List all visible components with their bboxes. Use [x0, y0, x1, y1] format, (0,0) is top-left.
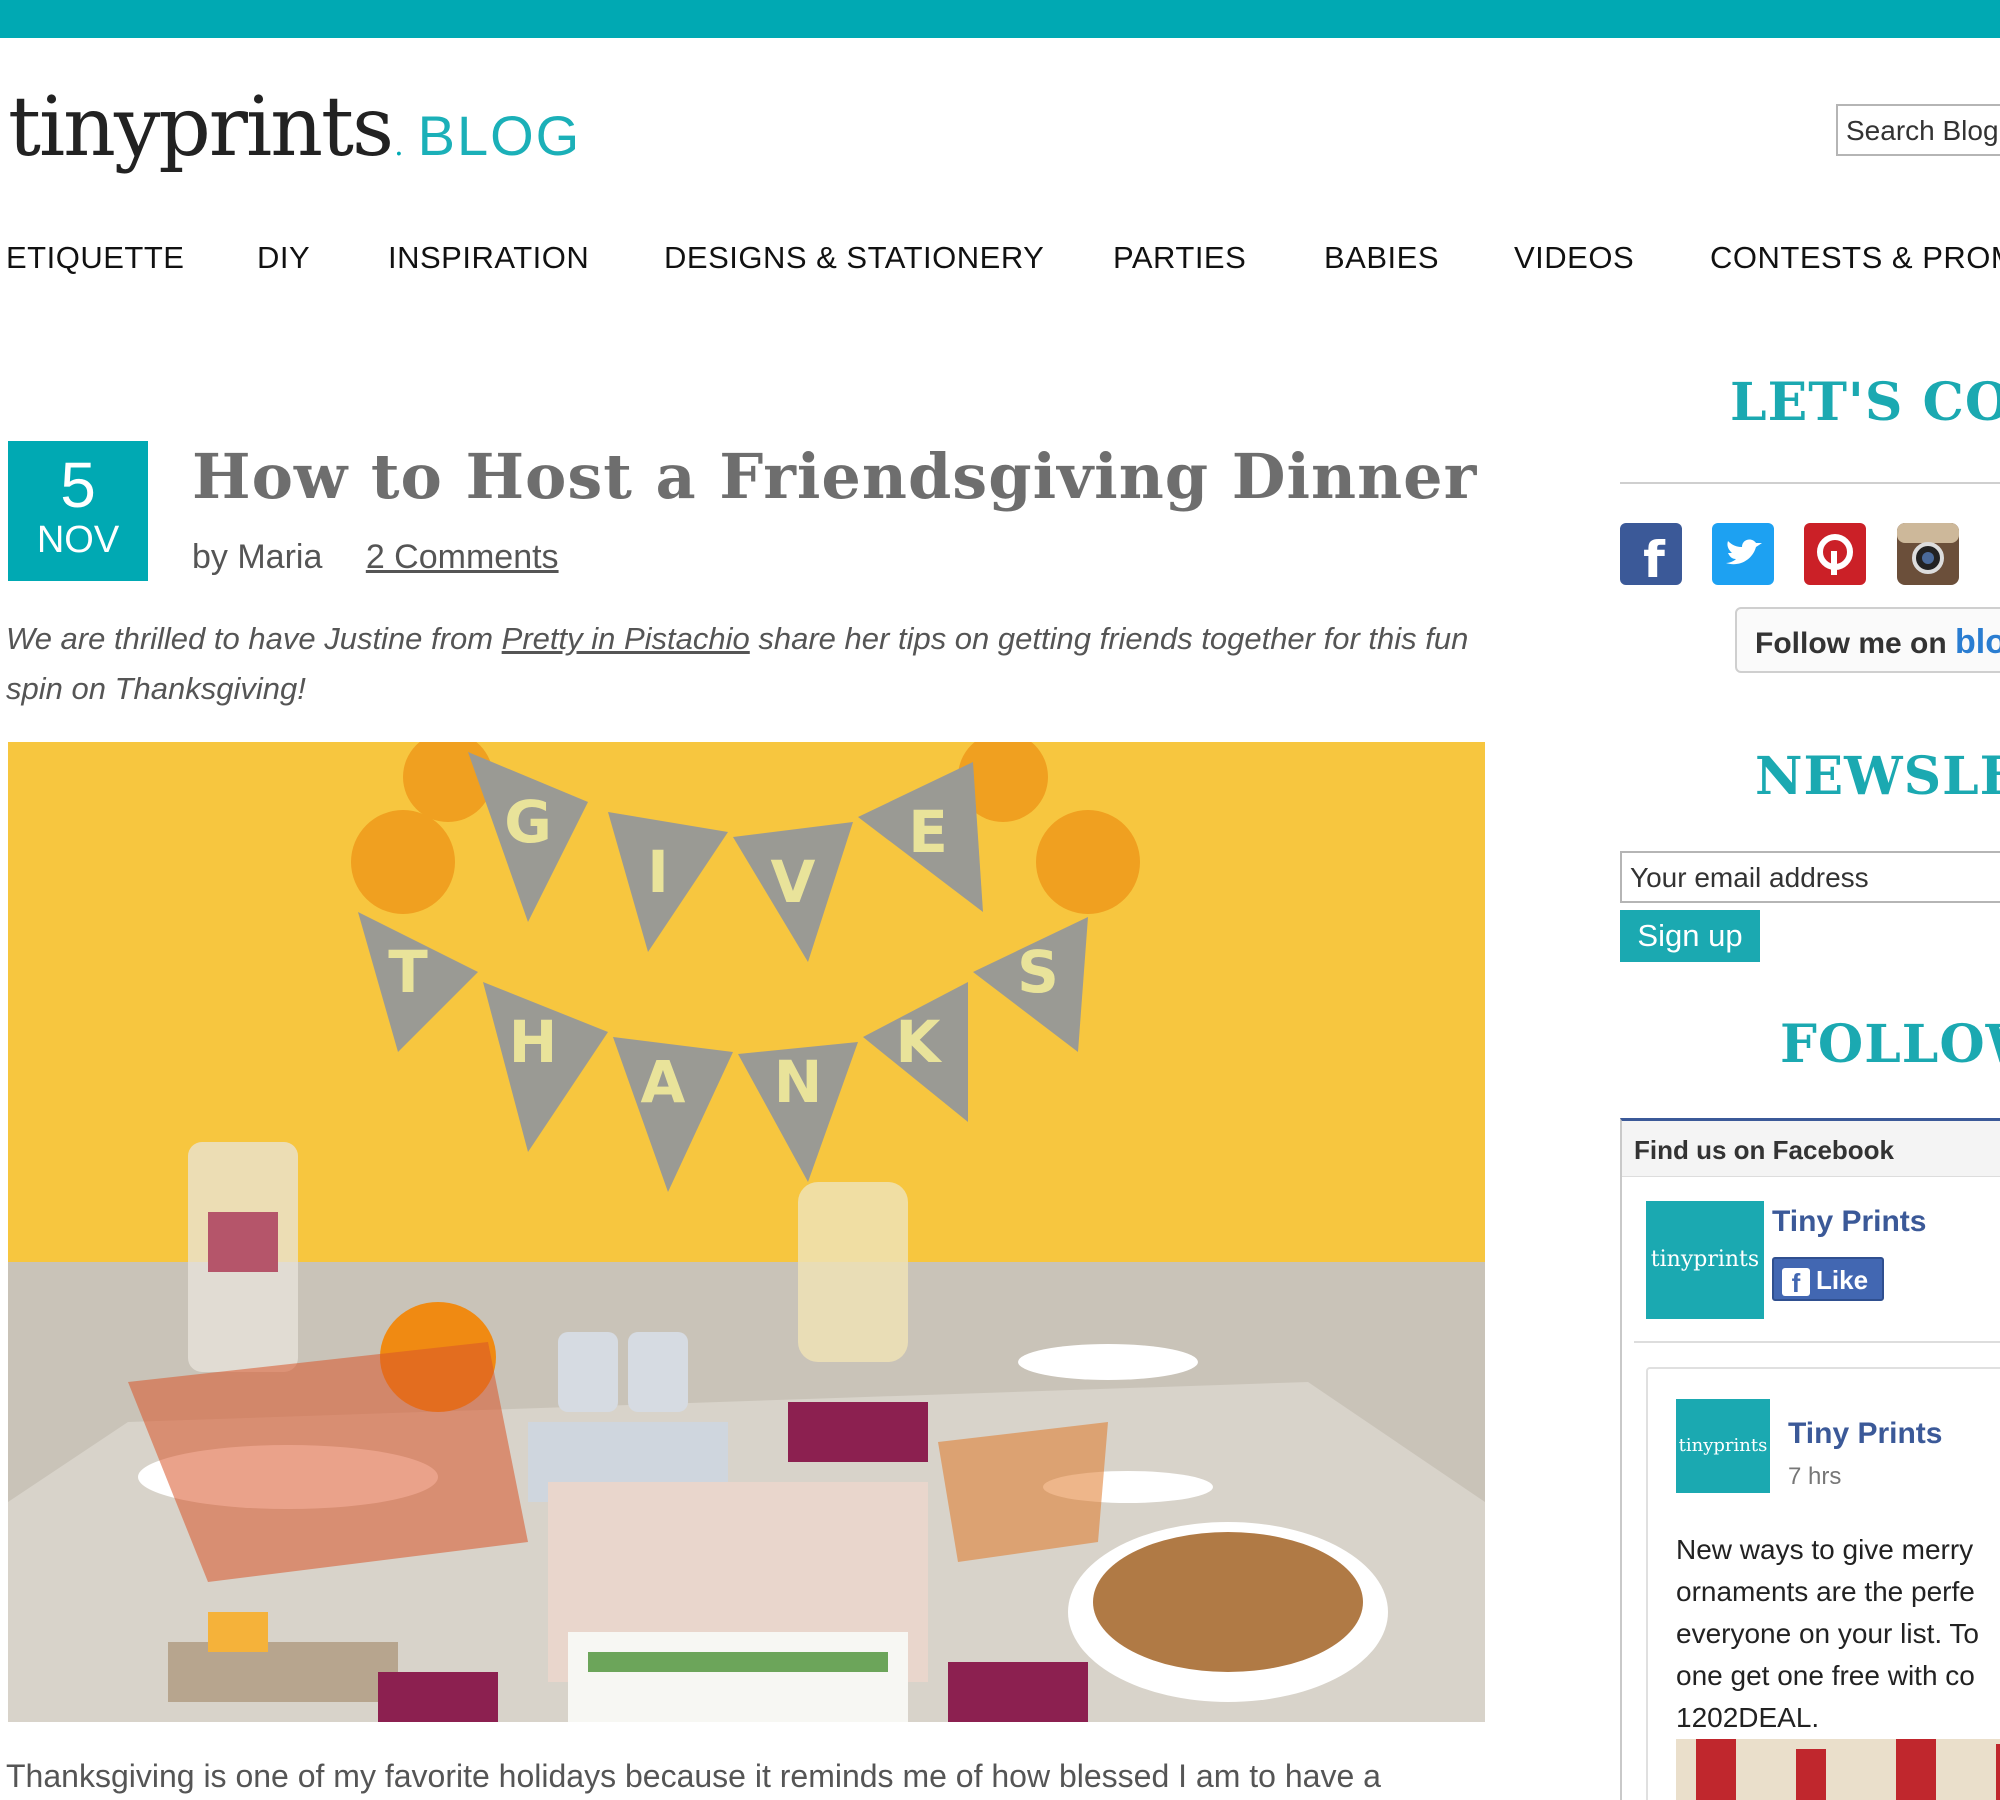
- post-author[interactable]: by Maria: [192, 538, 322, 576]
- facebook-post-author[interactable]: Tiny Prints: [1788, 1417, 1942, 1451]
- banner-letter-v: V: [771, 848, 816, 916]
- post-date-month: NOV: [36, 519, 120, 561]
- nav-item-contests-promos[interactable]: CONTESTS & PROM: [1710, 240, 2000, 276]
- facebook-page-widget: Find us on Facebook tinyprints Tiny Prin…: [1620, 1118, 2000, 1800]
- banner-letter-t: T: [388, 938, 428, 1006]
- comments-link[interactable]: 2 Comments: [366, 538, 559, 576]
- logo-blog-label: BLOG: [417, 104, 582, 167]
- intro-text-before: We are thrilled to have Justine from: [6, 621, 502, 656]
- banner-letter-i: I: [647, 838, 669, 906]
- facebook-like-button[interactable]: f Like: [1772, 1257, 1884, 1301]
- facebook-post-image[interactable]: [1676, 1739, 2000, 1800]
- pinterest-icon[interactable]: [1804, 523, 1866, 585]
- logo-dot: .: [394, 128, 404, 163]
- facebook-post-time[interactable]: 7 hrs: [1788, 1463, 1841, 1491]
- facebook-post-line: one get one free with co: [1676, 1660, 1975, 1691]
- logo-wordmark: tinyprints: [8, 80, 394, 175]
- pretty-in-pistachio-link[interactable]: Pretty in Pistachio: [502, 621, 750, 656]
- post-date-badge: 5 NOV: [8, 441, 148, 581]
- nav-item-diy[interactable]: DIY: [257, 240, 310, 276]
- facebook-post-line: everyone on your list. To: [1676, 1618, 1979, 1649]
- banner-letter-a: A: [641, 1048, 686, 1116]
- post-intro: We are thrilled to have Justine from Pre…: [6, 614, 1476, 714]
- follow-heading: FOLLOW: [1780, 1014, 2000, 1075]
- facebook-icon[interactable]: f: [1620, 523, 1682, 585]
- nav-item-videos[interactable]: VIDEOS: [1514, 240, 1634, 276]
- newsletter-heading: NEWSLET: [1755, 746, 2000, 807]
- bloglovin-brand: blo: [1955, 623, 2000, 661]
- nav-item-inspiration[interactable]: INSPIRATION: [388, 240, 589, 276]
- facebook-post-card: tinyprints Tiny Prints 7 hrs New ways to…: [1646, 1367, 2000, 1800]
- instagram-icon[interactable]: [1897, 523, 1959, 585]
- post-byline: by Maria 2 Comments: [192, 538, 559, 577]
- friendsgiving-table-photo: G I V E T H A N K S: [8, 742, 1485, 1722]
- facebook-page-name[interactable]: Tiny Prints: [1772, 1205, 1926, 1239]
- post-author-avatar[interactable]: tinyprints: [1676, 1399, 1770, 1493]
- post-hero-image: G I V E T H A N K S: [8, 742, 1485, 1722]
- banner-letter-g: G: [504, 788, 552, 856]
- connect-divider: [1620, 482, 2000, 484]
- nav-item-parties[interactable]: PARTIES: [1113, 240, 1246, 276]
- follow-bloglovin-button[interactable]: Follow me on blo: [1735, 607, 2000, 673]
- nav-item-designs-stationery[interactable]: DESIGNS & STATIONERY: [664, 240, 1044, 276]
- banner-letter-h: H: [509, 1008, 558, 1076]
- nav-item-babies[interactable]: BABIES: [1324, 240, 1439, 276]
- banner-letter-k: K: [896, 1008, 943, 1076]
- like-label: Like: [1816, 1265, 1869, 1295]
- tiny-prints-page-thumbnail[interactable]: tinyprints: [1646, 1201, 1764, 1319]
- facebook-post-line: 1202DEAL.: [1676, 1702, 1820, 1733]
- top-accent-bar: [0, 0, 2000, 38]
- facebook-widget-divider: [1634, 1341, 2000, 1343]
- site-logo[interactable]: tinyprints . BLOG: [8, 80, 581, 175]
- facebook-widget-header: Find us on Facebook: [1622, 1121, 2000, 1177]
- follow-me-text: Follow me on: [1755, 627, 1955, 660]
- post-title[interactable]: How to Host a Friendsgiving Dinner: [192, 440, 1477, 513]
- facebook-post-line: ornaments are the perfe: [1676, 1576, 1975, 1607]
- lets-connect-heading: LET'S CON: [1730, 372, 2000, 433]
- facebook-post-line: New ways to give merry: [1676, 1534, 1974, 1565]
- newsletter-email-input[interactable]: Your email address: [1620, 851, 2000, 903]
- post-date-day: 5: [60, 449, 96, 521]
- facebook-post-text: New ways to give merry ornaments are the…: [1676, 1529, 2000, 1739]
- main-nav: ETIQUETTE DIY INSPIRATION DESIGNS & STAT…: [0, 240, 2000, 284]
- banner-letter-n: N: [774, 1048, 823, 1116]
- twitter-icon[interactable]: [1712, 523, 1774, 585]
- nav-item-etiquette[interactable]: ETIQUETTE: [6, 240, 184, 276]
- post-body-first-line: Thanksgiving is one of my favorite holid…: [6, 1758, 1381, 1794]
- banner-letter-s: S: [1017, 938, 1059, 1006]
- banner-letter-e: E: [908, 798, 948, 866]
- search-input[interactable]: Search Blog: [1836, 104, 2000, 156]
- newsletter-signup-button[interactable]: Sign up: [1620, 910, 1760, 962]
- facebook-f-icon: f: [1782, 1268, 1810, 1298]
- svg-text:f: f: [1643, 531, 1666, 585]
